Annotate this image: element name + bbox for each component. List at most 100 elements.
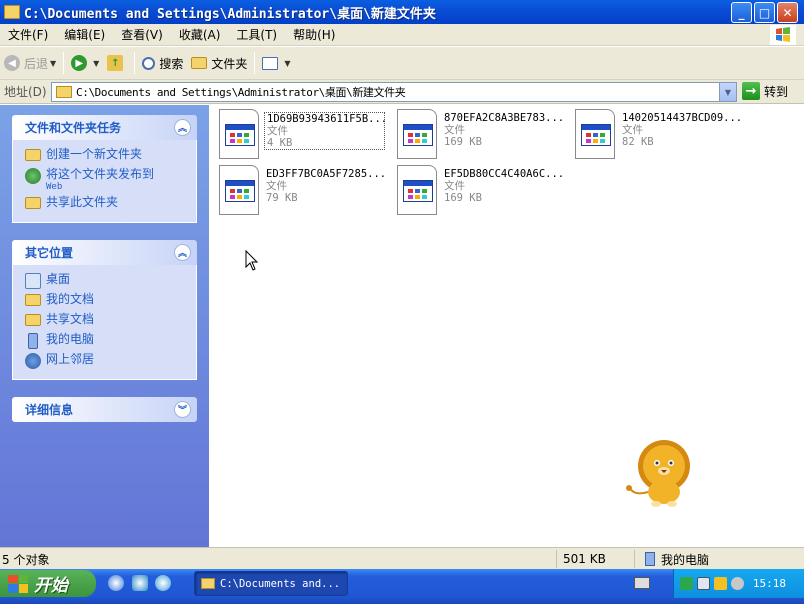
lion-mascot-icon	[626, 440, 690, 507]
place-shared-documents[interactable]: 共享文档	[25, 311, 196, 331]
file-name: 14020514437BCD09...	[622, 112, 743, 124]
task-label: 共享此文件夹	[46, 195, 119, 209]
search-button[interactable]: 搜索	[138, 50, 187, 76]
folders-button[interactable]: 文件夹	[187, 50, 251, 76]
file-size: 169 KB	[444, 136, 482, 148]
back-button[interactable]: ◀ 后退 ▼	[0, 50, 60, 76]
address-dropdown-button[interactable]: ▼	[719, 83, 736, 101]
maximize-button[interactable]: □	[754, 2, 775, 23]
my-documents-icon	[25, 294, 41, 306]
file-type: 文件	[267, 125, 288, 137]
taskbar-explorer-window[interactable]: C:\Documents and...	[194, 571, 348, 596]
up-folder-icon: ↑	[107, 55, 124, 71]
address-bar: 地址(D) C:\Documents and Settings\Administ…	[0, 80, 804, 104]
places-panel-title: 其它位置	[25, 246, 74, 260]
window-title: C:\Documents and Settings\Administrator\…	[24, 6, 436, 22]
status-bar: 5 个对象 501 KB 我的电脑	[0, 547, 804, 569]
keyboard-icon[interactable]	[634, 577, 650, 589]
place-label: 我的文档	[46, 292, 95, 306]
status-location-section: 我的电脑	[634, 550, 804, 568]
file-item[interactable]: EF5DB80CC4C40A6C... 文件 169 KB	[397, 165, 567, 215]
file-size: 82 KB	[622, 136, 654, 148]
place-label: 共享文档	[46, 312, 95, 326]
file-icon	[397, 109, 437, 159]
views-icon	[262, 56, 279, 70]
task-publish-web[interactable]: 将这个文件夹发布到 Web	[25, 166, 196, 194]
details-panel-title: 详细信息	[25, 403, 74, 417]
tasks-panel: 文件和文件夹任务 ︽ 创建一个新文件夹 将这个文件夹发布到 Web 共享此文件夹	[12, 115, 197, 223]
menu-favorites[interactable]: 收藏(A)	[171, 26, 229, 43]
start-button[interactable]: 开始	[0, 570, 96, 597]
file-item[interactable]: 1D69B93943611F5B... 文件 4 KB	[219, 109, 389, 159]
close-button[interactable]: ✕	[777, 2, 798, 23]
place-my-computer[interactable]: 我的电脑	[25, 331, 196, 351]
minimize-button[interactable]: _	[731, 2, 752, 23]
windows-logo-icon	[770, 25, 796, 45]
globe-icon	[25, 168, 41, 184]
expand-icon[interactable]: ︾	[174, 401, 191, 418]
shared-folder-icon	[25, 197, 41, 209]
file-size: 4 KB	[267, 137, 293, 149]
file-name: ED3FF7BC0A5F7285...	[266, 168, 387, 180]
place-label: 我的电脑	[46, 332, 95, 346]
file-item[interactable]: ED3FF7BC0A5F7285... 文件 79 KB	[219, 165, 389, 215]
chevron-down-icon: ▼	[50, 58, 57, 68]
volume-tray-icon[interactable]	[731, 577, 744, 590]
place-desktop[interactable]: 桌面	[25, 271, 196, 291]
status-size-section: 501 KB	[556, 550, 634, 568]
search-label: 搜索	[159, 56, 184, 71]
warning-tray-icon[interactable]	[714, 577, 727, 590]
menu-help[interactable]: 帮助(H)	[285, 26, 343, 43]
file-icon	[575, 109, 615, 159]
place-my-documents[interactable]: 我的文档	[25, 291, 196, 311]
my-computer-icon	[645, 552, 655, 566]
menu-file[interactable]: 文件(F)	[0, 26, 56, 43]
divider	[63, 52, 65, 74]
menu-tools[interactable]: 工具(T)	[228, 26, 285, 43]
places-panel-header[interactable]: 其它位置 ︽	[12, 240, 197, 265]
forward-button[interactable]: ▶ ▼	[67, 50, 103, 76]
places-panel: 其它位置 ︽ 桌面 我的文档 共享文档 我的电脑 网上邻居	[12, 240, 197, 380]
folders-label: 文件夹	[211, 56, 248, 71]
file-type: 文件	[444, 124, 465, 136]
my-computer-icon	[28, 333, 38, 349]
go-button[interactable]: → 转到	[742, 82, 788, 100]
task-new-folder[interactable]: 创建一个新文件夹	[25, 146, 196, 166]
forward-arrow-icon: ▶	[71, 55, 88, 71]
media-player-icon[interactable]	[155, 575, 171, 591]
back-arrow-icon: ◀	[4, 55, 20, 71]
file-item[interactable]: 870EFA2C8A3BE783... 文件 169 KB	[397, 109, 567, 159]
monitor-tray-icon[interactable]	[697, 577, 710, 590]
menu-edit[interactable]: 编辑(E)	[56, 26, 113, 43]
place-label: 网上邻居	[46, 352, 95, 366]
divider	[134, 52, 136, 74]
file-item[interactable]: 14020514437BCD09... 文件 82 KB	[575, 109, 745, 159]
place-network[interactable]: 网上邻居	[25, 351, 196, 371]
desktop-icon	[25, 273, 41, 289]
toolbar: ◀ 后退 ▼ ▶ ▼ ↑ 搜索 文件夹 ▼	[0, 47, 804, 80]
address-input[interactable]: C:\Documents and Settings\Administrator\…	[51, 82, 737, 102]
details-panel-header[interactable]: 详细信息 ︾	[12, 397, 197, 422]
new-folder-icon	[25, 149, 41, 161]
up-folder-button[interactable]: ↑	[103, 50, 131, 76]
internet-explorer-icon[interactable]	[108, 575, 124, 591]
file-name: EF5DB80CC4C40A6C...	[444, 168, 565, 180]
address-value: C:\Documents and Settings\Administrator\…	[76, 86, 406, 99]
go-arrow-icon: →	[742, 82, 760, 100]
views-button[interactable]: ▼	[258, 50, 294, 76]
file-type: 文件	[622, 124, 643, 136]
taskbar: 开始 C:\Documents and... 15:18	[0, 569, 804, 604]
task-pane: 文件和文件夹任务 ︽ 创建一个新文件夹 将这个文件夹发布到 Web 共享此文件夹	[0, 105, 209, 547]
menu-view[interactable]: 查看(V)	[113, 26, 171, 43]
network-tray-icon[interactable]	[680, 577, 693, 590]
collapse-icon[interactable]: ︽	[174, 244, 191, 261]
collapse-icon[interactable]: ︽	[174, 119, 191, 136]
tasks-panel-header[interactable]: 文件和文件夹任务 ︽	[12, 115, 197, 140]
desktop-shortcut-icon[interactable]	[132, 575, 148, 591]
task-share-folder[interactable]: 共享此文件夹	[25, 194, 196, 214]
details-panel: 详细信息 ︾	[12, 397, 197, 422]
file-type: 文件	[444, 180, 465, 192]
object-count: 5 个对象	[2, 553, 50, 567]
back-label: 后退	[24, 56, 49, 71]
tasks-panel-title: 文件和文件夹任务	[25, 121, 122, 135]
